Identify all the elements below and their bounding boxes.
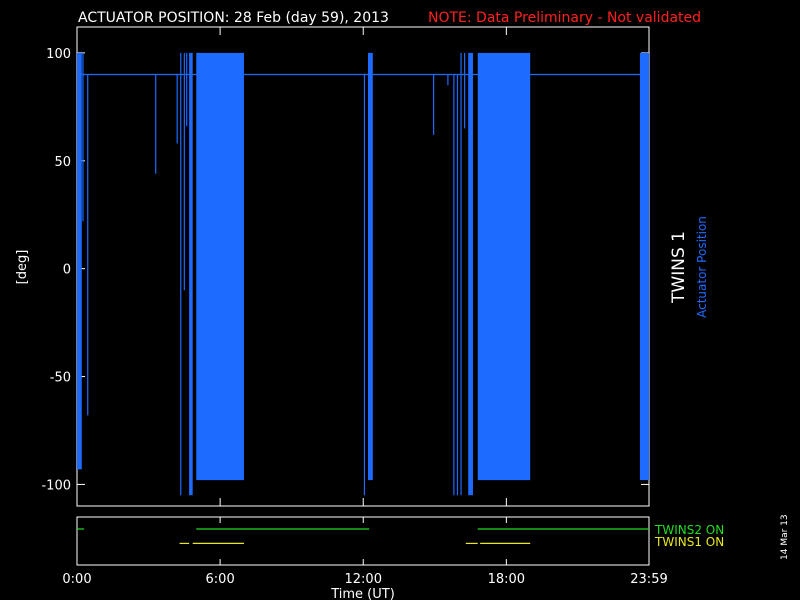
y-tick-label: 100 xyxy=(46,47,71,62)
actuator-position-chart: ACTUATOR POSITION: 28 Feb (day 59), 2013… xyxy=(15,10,790,600)
oscillation-block xyxy=(189,52,193,496)
x-tick-label: 6:00 xyxy=(206,572,235,587)
oscillation-block xyxy=(368,52,373,481)
main-plot-frame xyxy=(76,26,650,507)
x-tick-label: 18:00 xyxy=(488,572,525,587)
x-tick-label: 12:00 xyxy=(345,572,382,587)
twins1-legend: TWINS1 ON xyxy=(654,535,724,549)
oscillation-block xyxy=(639,52,649,481)
x-tick-label: 23:59 xyxy=(630,572,667,587)
oscillation-block xyxy=(468,52,473,496)
data-note: NOTE: Data Preliminary - Not validated xyxy=(428,10,701,26)
oscillation-block xyxy=(196,52,244,481)
y-axis-ticks: 100 50 0 -50 -100 xyxy=(41,47,649,493)
oscillation-block xyxy=(477,52,531,481)
x-axis-label: Time (UT) xyxy=(330,587,395,600)
chart-title: ACTUATOR POSITION: 28 Feb (day 59), 2013 xyxy=(78,10,389,26)
instrument-label: TWINS 1 xyxy=(669,231,689,304)
y-axis-label: [deg] xyxy=(15,250,30,285)
y-tick-label: 50 xyxy=(54,155,71,170)
y-tick-label: -100 xyxy=(41,478,71,493)
oscillation-block xyxy=(77,52,82,470)
status-bars xyxy=(77,528,649,545)
y-tick-label: 0 xyxy=(63,263,71,278)
y-tick-label: -50 xyxy=(50,371,71,386)
x-tick-label: 0:00 xyxy=(62,572,91,587)
actuator-series xyxy=(77,52,649,496)
x-axis-ticks: 0:00 6:00 12:00 18:00 23:59 xyxy=(62,27,668,587)
date-stamp: 14 Mar 13 xyxy=(780,514,790,560)
quantity-label: Actuator Position xyxy=(695,216,709,318)
status-panel-frame xyxy=(76,516,650,566)
